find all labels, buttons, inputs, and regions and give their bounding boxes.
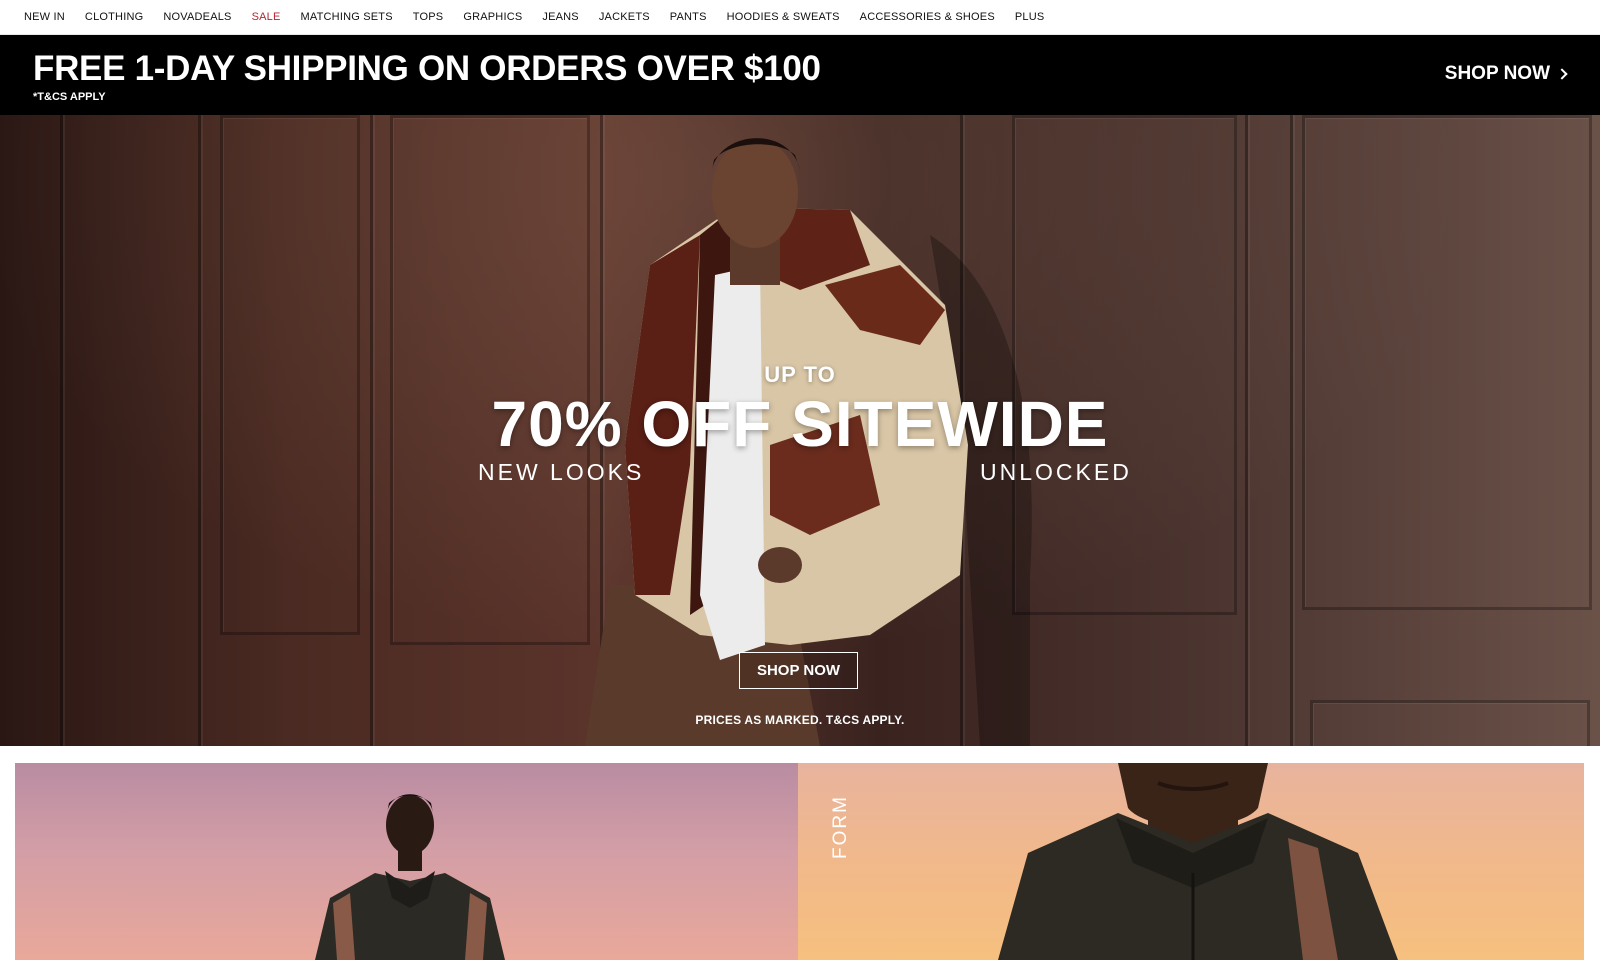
nav-item-jeans[interactable]: JEANS (542, 11, 578, 23)
chevron-right-icon (1556, 68, 1568, 80)
nav-item-hoodies-sweats[interactable]: HOODIES & SWEATS (727, 11, 840, 23)
hero-banner[interactable]: UP TO 70% OFF SITEWIDE NEW LOOKS UNLOCKE… (0, 115, 1600, 746)
hero-text-overlay: UP TO 70% OFF SITEWIDE NEW LOOKS UNLOCKE… (0, 115, 1600, 746)
promo-tile-right-model-image (998, 763, 1398, 960)
nav-item-plus[interactable]: PLUS (1015, 11, 1045, 23)
promo-tile-right[interactable] (798, 763, 1584, 960)
hero-subtitle-left: NEW LOOKS (478, 459, 645, 485)
shipping-shop-now-label: SHOP NOW (1444, 63, 1550, 84)
promo-tile-right-label: FORM (830, 795, 851, 859)
hero-upto-text: UP TO (764, 362, 836, 387)
hero-terms-text: PRICES AS MARKED. T&CS APPLY. (695, 713, 905, 727)
nav-item-pants[interactable]: PANTS (670, 11, 707, 23)
nav-item-jackets[interactable]: JACKETS (599, 11, 650, 23)
nav-item-graphics[interactable]: GRAPHICS (463, 11, 522, 23)
nav-item-new-in[interactable]: NEW IN (24, 11, 65, 23)
shipping-promo-banner[interactable]: FREE 1-DAY SHIPPING ON ORDERS OVER $100 … (0, 35, 1600, 115)
nav-item-accessories-shoes[interactable]: ACCESSORIES & SHOES (860, 11, 995, 23)
promo-tile-left-model-image (315, 794, 505, 960)
nav-item-clothing[interactable]: CLOTHING (85, 11, 143, 23)
hero-shop-now-button[interactable]: SHOP NOW (739, 652, 858, 689)
hero-subtitle-right: UNLOCKED (980, 459, 1132, 485)
nav-item-sale[interactable]: SALE (252, 11, 281, 23)
nav-item-novadeals[interactable]: NOVADEALS (163, 11, 231, 23)
hero-headline: 70% OFF SITEWIDE (491, 388, 1109, 460)
top-navigation: NEW IN CLOTHING NOVADEALS SALE MATCHING … (0, 0, 1600, 35)
shipping-promo-terms: *T&CS APPLY (33, 91, 106, 103)
shipping-promo-title: FREE 1-DAY SHIPPING ON ORDERS OVER $100 (33, 49, 821, 88)
promo-tile-left[interactable] (15, 763, 798, 960)
shipping-shop-now-link[interactable]: SHOP NOW (1444, 63, 1568, 85)
nav-item-matching-sets[interactable]: MATCHING SETS (301, 11, 393, 23)
nav-item-tops[interactable]: TOPS (413, 11, 444, 23)
